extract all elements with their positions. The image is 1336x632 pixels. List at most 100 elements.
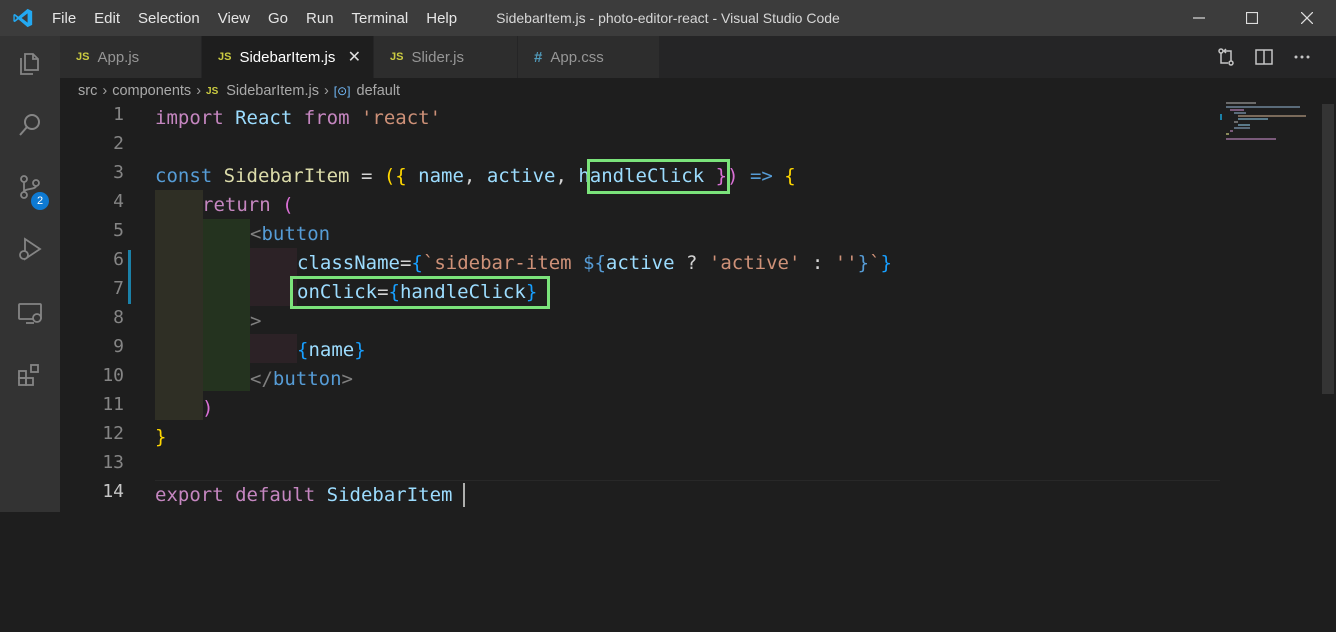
source-control-button[interactable]	[0, 164, 60, 210]
token: >	[250, 310, 262, 332]
tab-app-js[interactable]: JS App.js	[60, 36, 202, 78]
token: return	[202, 194, 271, 216]
token: }	[857, 252, 870, 274]
indent-guide-level-3	[250, 334, 297, 363]
token: const	[155, 165, 213, 187]
extensions-button[interactable]	[0, 352, 60, 398]
remote-explorer-icon	[18, 303, 42, 324]
chevron-right-icon: ›	[323, 83, 329, 99]
minimap[interactable]	[1220, 102, 1320, 140]
breadcrumb-src[interactable]: src	[78, 83, 97, 99]
tab-sidebaritem-js[interactable]: JS SidebarItem.js ✕	[202, 36, 374, 78]
code-line-6: className={`sidebar-item ${active ? 'act…	[297, 249, 892, 278]
line-number: 1	[113, 104, 124, 125]
line-number: 3	[113, 162, 124, 183]
window-title: SidebarItem.js - photo-editor-react - Vi…	[496, 10, 840, 26]
token: ,	[555, 165, 579, 187]
maximize-button[interactable]	[1229, 0, 1275, 36]
scrollbar-thumb[interactable]	[1322, 104, 1334, 394]
run-debug-icon	[19, 237, 42, 261]
line-number: 14	[102, 481, 124, 502]
tab-close-icon[interactable]: ✕	[348, 47, 361, 67]
maximize-icon	[1246, 12, 1258, 24]
token: ?	[674, 252, 709, 274]
chevron-right-icon: ›	[196, 83, 202, 99]
tab-label: App.js	[97, 48, 140, 66]
line-number: 11	[102, 394, 124, 415]
token: `	[422, 252, 435, 274]
extensions-icon	[18, 364, 39, 386]
line-number: 4	[113, 191, 124, 212]
js-file-icon: JS	[218, 51, 232, 63]
editor-actions	[1216, 36, 1312, 78]
token: 'react'	[360, 107, 442, 129]
token: ''	[834, 252, 858, 274]
line-number: 12	[102, 423, 124, 444]
token: `	[869, 252, 881, 274]
more-actions-icon[interactable]	[1292, 47, 1312, 67]
breadcrumb-file[interactable]: SidebarItem.js	[226, 83, 319, 99]
chevron-right-icon: ›	[102, 83, 108, 99]
modified-lines-marker	[128, 250, 131, 304]
token: button	[272, 368, 342, 390]
token: ({	[383, 165, 419, 187]
code-line-10: </button>	[250, 365, 353, 394]
token: ${	[583, 252, 606, 274]
code-editor[interactable]: import React from 'react' const SidebarI…	[155, 104, 892, 632]
token: =	[399, 252, 412, 274]
close-icon	[1301, 12, 1313, 24]
token: =>	[738, 165, 785, 187]
token: React	[235, 107, 293, 129]
code-line-8: >	[250, 307, 261, 336]
tab-label: SidebarItem.js	[239, 48, 336, 66]
code-line-11: )	[202, 394, 213, 423]
breadcrumb-components[interactable]: components	[112, 83, 191, 99]
minimize-button[interactable]	[1176, 0, 1222, 36]
line-number: 13	[102, 452, 124, 473]
explorer-icon	[20, 53, 39, 75]
line-number: 7	[113, 278, 124, 299]
token: :	[800, 252, 835, 274]
token: SidebarItem	[223, 165, 350, 187]
token: name	[418, 165, 464, 187]
token: default	[235, 484, 316, 506]
line-number: 6	[113, 249, 124, 270]
token: name	[308, 339, 355, 361]
token: ,	[463, 165, 487, 187]
highlight-box-onclick-attr	[290, 276, 550, 309]
tab-slider-js[interactable]: JS Slider.js	[374, 36, 518, 78]
token: }	[354, 339, 366, 361]
token: (	[270, 194, 294, 216]
breadcrumb-symbol[interactable]: default	[357, 83, 401, 99]
tab-app-css[interactable]: # App.css	[518, 36, 660, 78]
remote-explorer-button[interactable]	[0, 290, 60, 336]
split-editor-icon[interactable]	[1254, 47, 1274, 67]
indent-guide-level-2	[203, 219, 250, 391]
tab-label: App.css	[550, 48, 604, 66]
token: }	[155, 426, 167, 448]
token: className	[297, 252, 400, 274]
open-changes-icon[interactable]	[1216, 47, 1236, 67]
line-number: 9	[113, 336, 124, 357]
code-line-5: <button	[250, 220, 330, 249]
search-button[interactable]	[0, 102, 60, 148]
highlight-box-handleclick-param	[587, 159, 730, 194]
code-line-12: }	[155, 423, 166, 452]
scm-badge: 2	[31, 192, 49, 210]
code-line-1: import React from 'react'	[155, 104, 441, 133]
code-line-14: export default SidebarItem	[155, 481, 452, 510]
token: active	[605, 252, 675, 274]
code-line-4: return (	[202, 191, 294, 220]
explorer-button[interactable]	[0, 41, 60, 87]
token: {	[411, 252, 423, 274]
token: </	[250, 368, 273, 390]
text-cursor	[463, 483, 465, 507]
css-file-icon: #	[534, 48, 543, 66]
token: active	[486, 165, 556, 187]
run-debug-button[interactable]	[0, 226, 60, 272]
token: {	[784, 165, 796, 187]
token: sidebar-item	[434, 252, 584, 274]
close-window-button[interactable]	[1284, 0, 1330, 36]
breadcrumb: src › components › JS SidebarItem.js › […	[78, 80, 400, 102]
search-icon	[19, 114, 40, 136]
